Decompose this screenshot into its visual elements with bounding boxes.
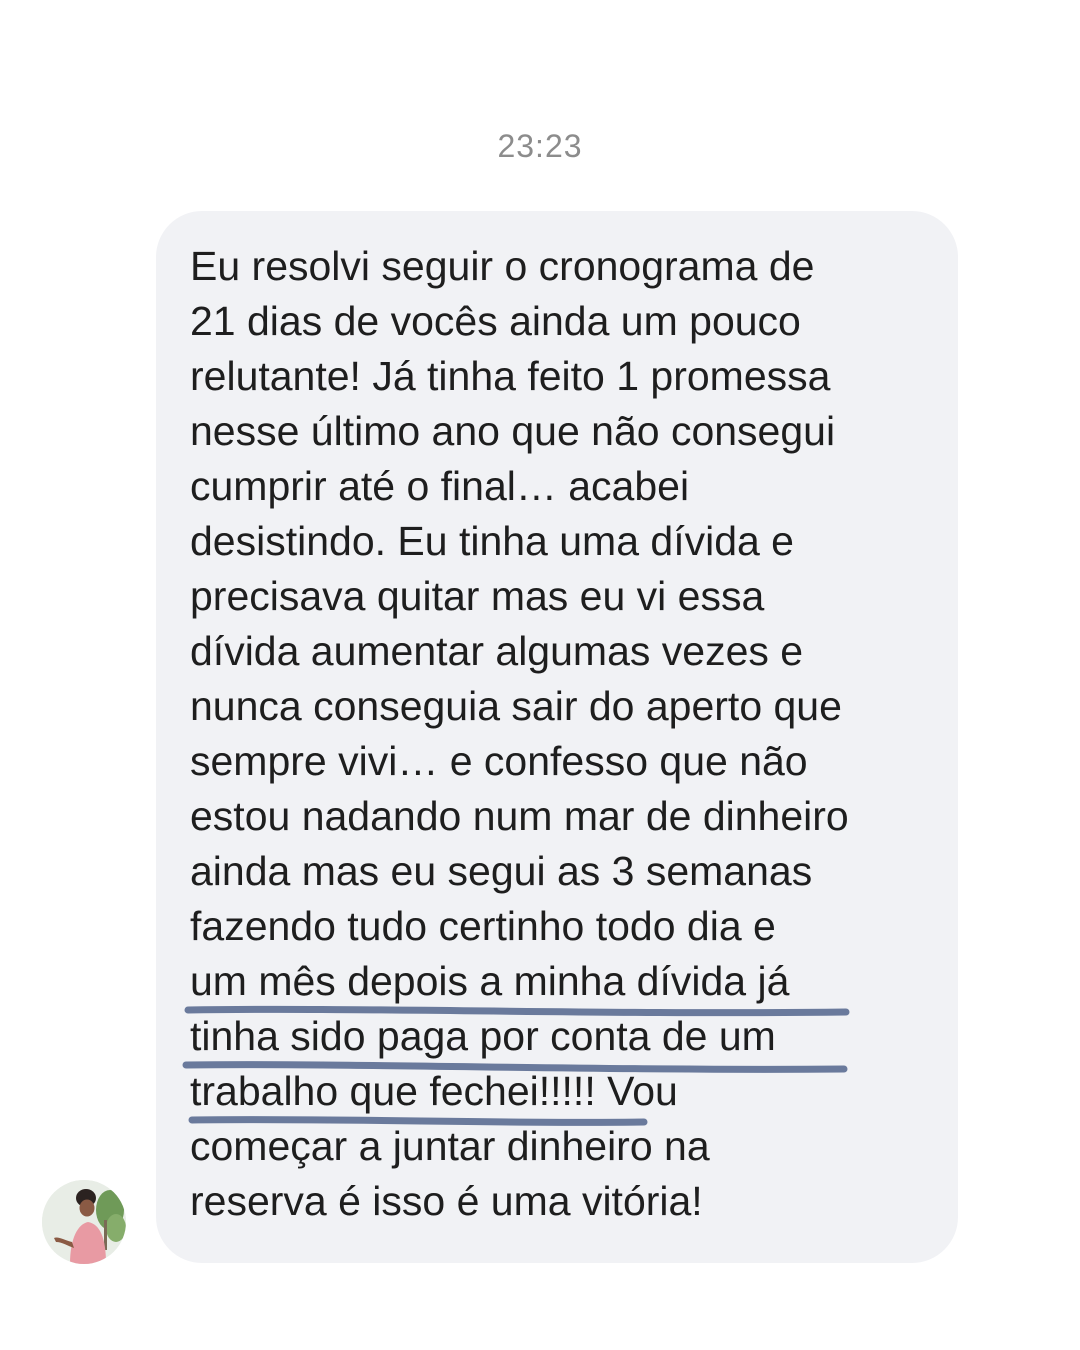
message-line: estou nadando num mar de dinheiro xyxy=(190,793,849,839)
message-line: ainda mas eu segui as 3 semanas xyxy=(190,848,813,894)
message-line: sempre vivi… e confesso que não xyxy=(190,738,808,784)
message-line: Eu resolvi seguir o cronograma de xyxy=(190,243,815,289)
message-line: desistindo. Eu tinha uma dívida e xyxy=(190,518,794,564)
person-photo-icon xyxy=(42,1180,126,1264)
sender-avatar[interactable] xyxy=(42,1180,126,1264)
message-line: fazendo tudo certinho todo dia e xyxy=(190,903,776,949)
message-line-highlighted: um mês depois a minha dívida já xyxy=(190,958,790,1004)
message-line-highlighted: tinha sido paga por conta de um xyxy=(190,1013,776,1059)
message-line: começar a juntar dinheiro na xyxy=(190,1123,710,1169)
message-line: reserva é isso é uma vitória! xyxy=(190,1178,703,1224)
message-line-highlighted: trabalho que fechei!!!!! Vou xyxy=(190,1068,678,1114)
message-line: relutante! Já tinha feito 1 promessa xyxy=(190,353,831,399)
message-timestamp: 23:23 xyxy=(497,128,583,164)
message-line: nesse último ano que não consegui xyxy=(190,408,836,454)
message-bubble[interactable]: Eu resolvi seguir o cronograma de 21 dia… xyxy=(156,211,958,1263)
message-line: cumprir até o final… acabei xyxy=(190,463,690,509)
message-line: precisava quitar mas eu vi essa xyxy=(190,573,765,619)
message-line: 21 dias de vocês ainda um pouco xyxy=(190,298,801,344)
message-line: nunca conseguia sair do aperto que xyxy=(190,683,842,729)
message-line: dívida aumentar algumas vezes e xyxy=(190,628,804,674)
